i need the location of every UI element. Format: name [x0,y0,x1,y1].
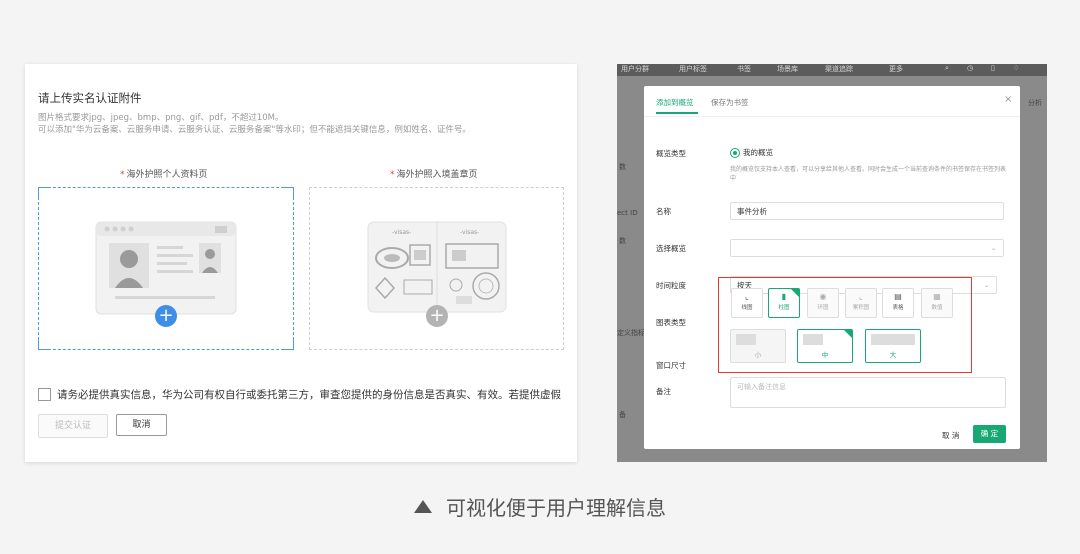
upload-section-title: 请上传实名认证附件 [38,91,142,105]
watermark-hint: 可以添加"华为云备案、云服务申请、云服务认证、云服务备案"等水印；但不能遮挡关键… [38,125,471,135]
size-label-text: 中 [821,351,829,359]
nav-item[interactable]: 用户标签 [679,64,707,74]
number-icon: ▦ [933,292,941,301]
donut-chart-icon: ◉ [819,292,827,301]
agreement-text: 请务必提供真实信息，华为公司有权自行或委托第三方，审查您提供的身份信息是否真实、… [57,389,561,401]
passport-info-upload[interactable]: + [38,187,294,350]
upload1-label-text: 海外护照个人资料页 [126,170,208,180]
selected-corner-mark [791,289,799,297]
selected-corner-mark [844,330,852,338]
nav-item-more[interactable]: 更多 [889,64,903,74]
add-upload2-icon[interactable]: + [426,305,448,327]
remark-label: 备注 [656,387,671,396]
upload2-label: * 海外护照入境盖章页 [390,167,478,180]
overview-type-label: 概览类型 [656,149,686,158]
caption-text: 可视化便于用户理解信息 [446,496,666,520]
tab-underline [656,112,698,114]
chevron-down-icon: ⌄ [983,282,989,289]
modal-confirm-button[interactable]: 确 定 [973,425,1006,443]
size-small[interactable]: 小 [730,329,786,363]
add-to-overview-modal: 添加到概览 保存为书签 × 概览类型 我的概览 我的概览仅支持本人查看，可以分享… [644,86,1020,449]
name-input[interactable]: 事件分析 [730,202,1004,220]
upload1-label: * 海外护照个人资料页 [120,167,208,180]
line-chart-icon: ⌞ [745,292,749,301]
remark-textarea[interactable]: 可输入备注信息 [730,377,1006,408]
my-overview-label: 我的概览 [743,148,773,157]
chart-type-number[interactable]: ▦ 数值 [921,288,953,318]
search-icon[interactable]: ⌕ [945,64,949,73]
corner-mark [283,187,294,198]
radio-dot [733,151,737,155]
size-preview [736,334,756,345]
overview-hint: 我的概览仅支持本人查看，可以分享给其他人查看。同时会生成一个当前查询条件的书签保… [730,166,1007,182]
required-mark: * [120,170,125,180]
bg-label: 定义指标 [617,329,645,337]
area-chart-icon: ⌞ [859,292,863,301]
doc-icon[interactable]: ▯ [991,64,995,72]
chart-type-label-text: 累积图 [852,305,870,311]
size-medium[interactable]: 中 [797,329,853,363]
chart-type-label: 图表类型 [656,318,686,327]
chart-type-label-text: 环图 [817,305,829,311]
corner-mark [38,339,49,350]
tab-add-to-overview[interactable]: 添加到概览 [656,97,694,108]
help-icon[interactable]: ◷ [967,64,973,72]
select-overview-label: 选择概览 [656,244,686,253]
window-size-label: 窗口尺寸 [656,361,686,370]
select-overview-dropdown[interactable]: ⌄ [730,239,1004,257]
chart-type-table[interactable]: ▤ 表格 [882,288,914,318]
bg-label: 数 [619,163,626,171]
visa-stamp-text-right: -visas- [460,229,479,236]
format-hint: 图片格式要求jpg、jpeg、bmp、png、gif、pdf，不超过10M。 [38,113,284,123]
chart-type-label-text: 数值 [931,305,943,311]
name-label: 名称 [656,207,671,216]
bg-label: 数 [619,237,626,245]
chart-type-label-text: 柱图 [778,305,790,311]
size-label-text: 大 [889,351,897,359]
chart-type-line[interactable]: ⌞ 线图 [731,288,763,318]
nav-item[interactable]: 书签 [737,64,751,74]
passport-stamp-upload[interactable]: -visas- -visas- + [309,187,564,350]
required-mark: * [390,170,395,180]
nav-item[interactable]: 用户分群 [621,64,649,74]
chart-type-label-text: 表格 [892,305,904,311]
nav-item[interactable]: 场景库 [777,64,798,74]
chevron-down-icon: ⌄ [990,245,996,252]
corner-mark [38,187,49,198]
granularity-label: 时间粒度 [656,281,686,290]
bg-label: 分析 [1028,99,1042,107]
table-icon: ▤ [894,292,902,301]
visa-stamp-text-left: -visas- [392,229,411,236]
size-label-text: 小 [754,351,762,359]
cancel-button[interactable]: 取消 [116,414,167,436]
upload2-label-text: 海外护照入境盖章页 [396,170,478,180]
size-large[interactable]: 大 [865,329,921,363]
chart-type-donut[interactable]: ◉ 环图 [807,288,839,318]
agreement-checkbox[interactable] [38,388,51,401]
size-preview [871,334,915,345]
size-preview [803,334,823,345]
tab-save-bookmark[interactable]: 保存为书签 [711,97,749,108]
close-icon[interactable]: × [1004,94,1012,105]
corner-mark [283,339,294,350]
analytics-screenshot: 用户分群 用户标签 书签 场景库 渠道追踪 更多 ⌕ ◷ ▯ ♢ 数 ect I… [617,64,1047,462]
bg-label: ect ID [617,209,638,217]
figure-caption: 可视化便于用户理解信息 [0,492,1080,521]
upload-verification-card: 请上传实名认证附件 图片格式要求jpg、jpeg、bmp、png、gif、pdf… [25,64,577,462]
chart-type-area[interactable]: ⌞ 累积图 [845,288,877,318]
add-upload1-icon[interactable]: + [155,305,177,327]
modal-cancel-button[interactable]: 取 消 [942,430,959,441]
submit-verification-button[interactable]: 提交认证 [38,414,108,438]
nav-item[interactable]: 渠道追踪 [825,64,853,74]
chart-type-bar[interactable]: ▮ 柱图 [768,288,800,318]
bg-label: 备 [619,411,626,419]
divider [644,116,1020,117]
bell-icon[interactable]: ♢ [1013,64,1019,72]
chart-type-label-text: 线图 [741,305,753,311]
triangle-up-icon [414,500,432,513]
